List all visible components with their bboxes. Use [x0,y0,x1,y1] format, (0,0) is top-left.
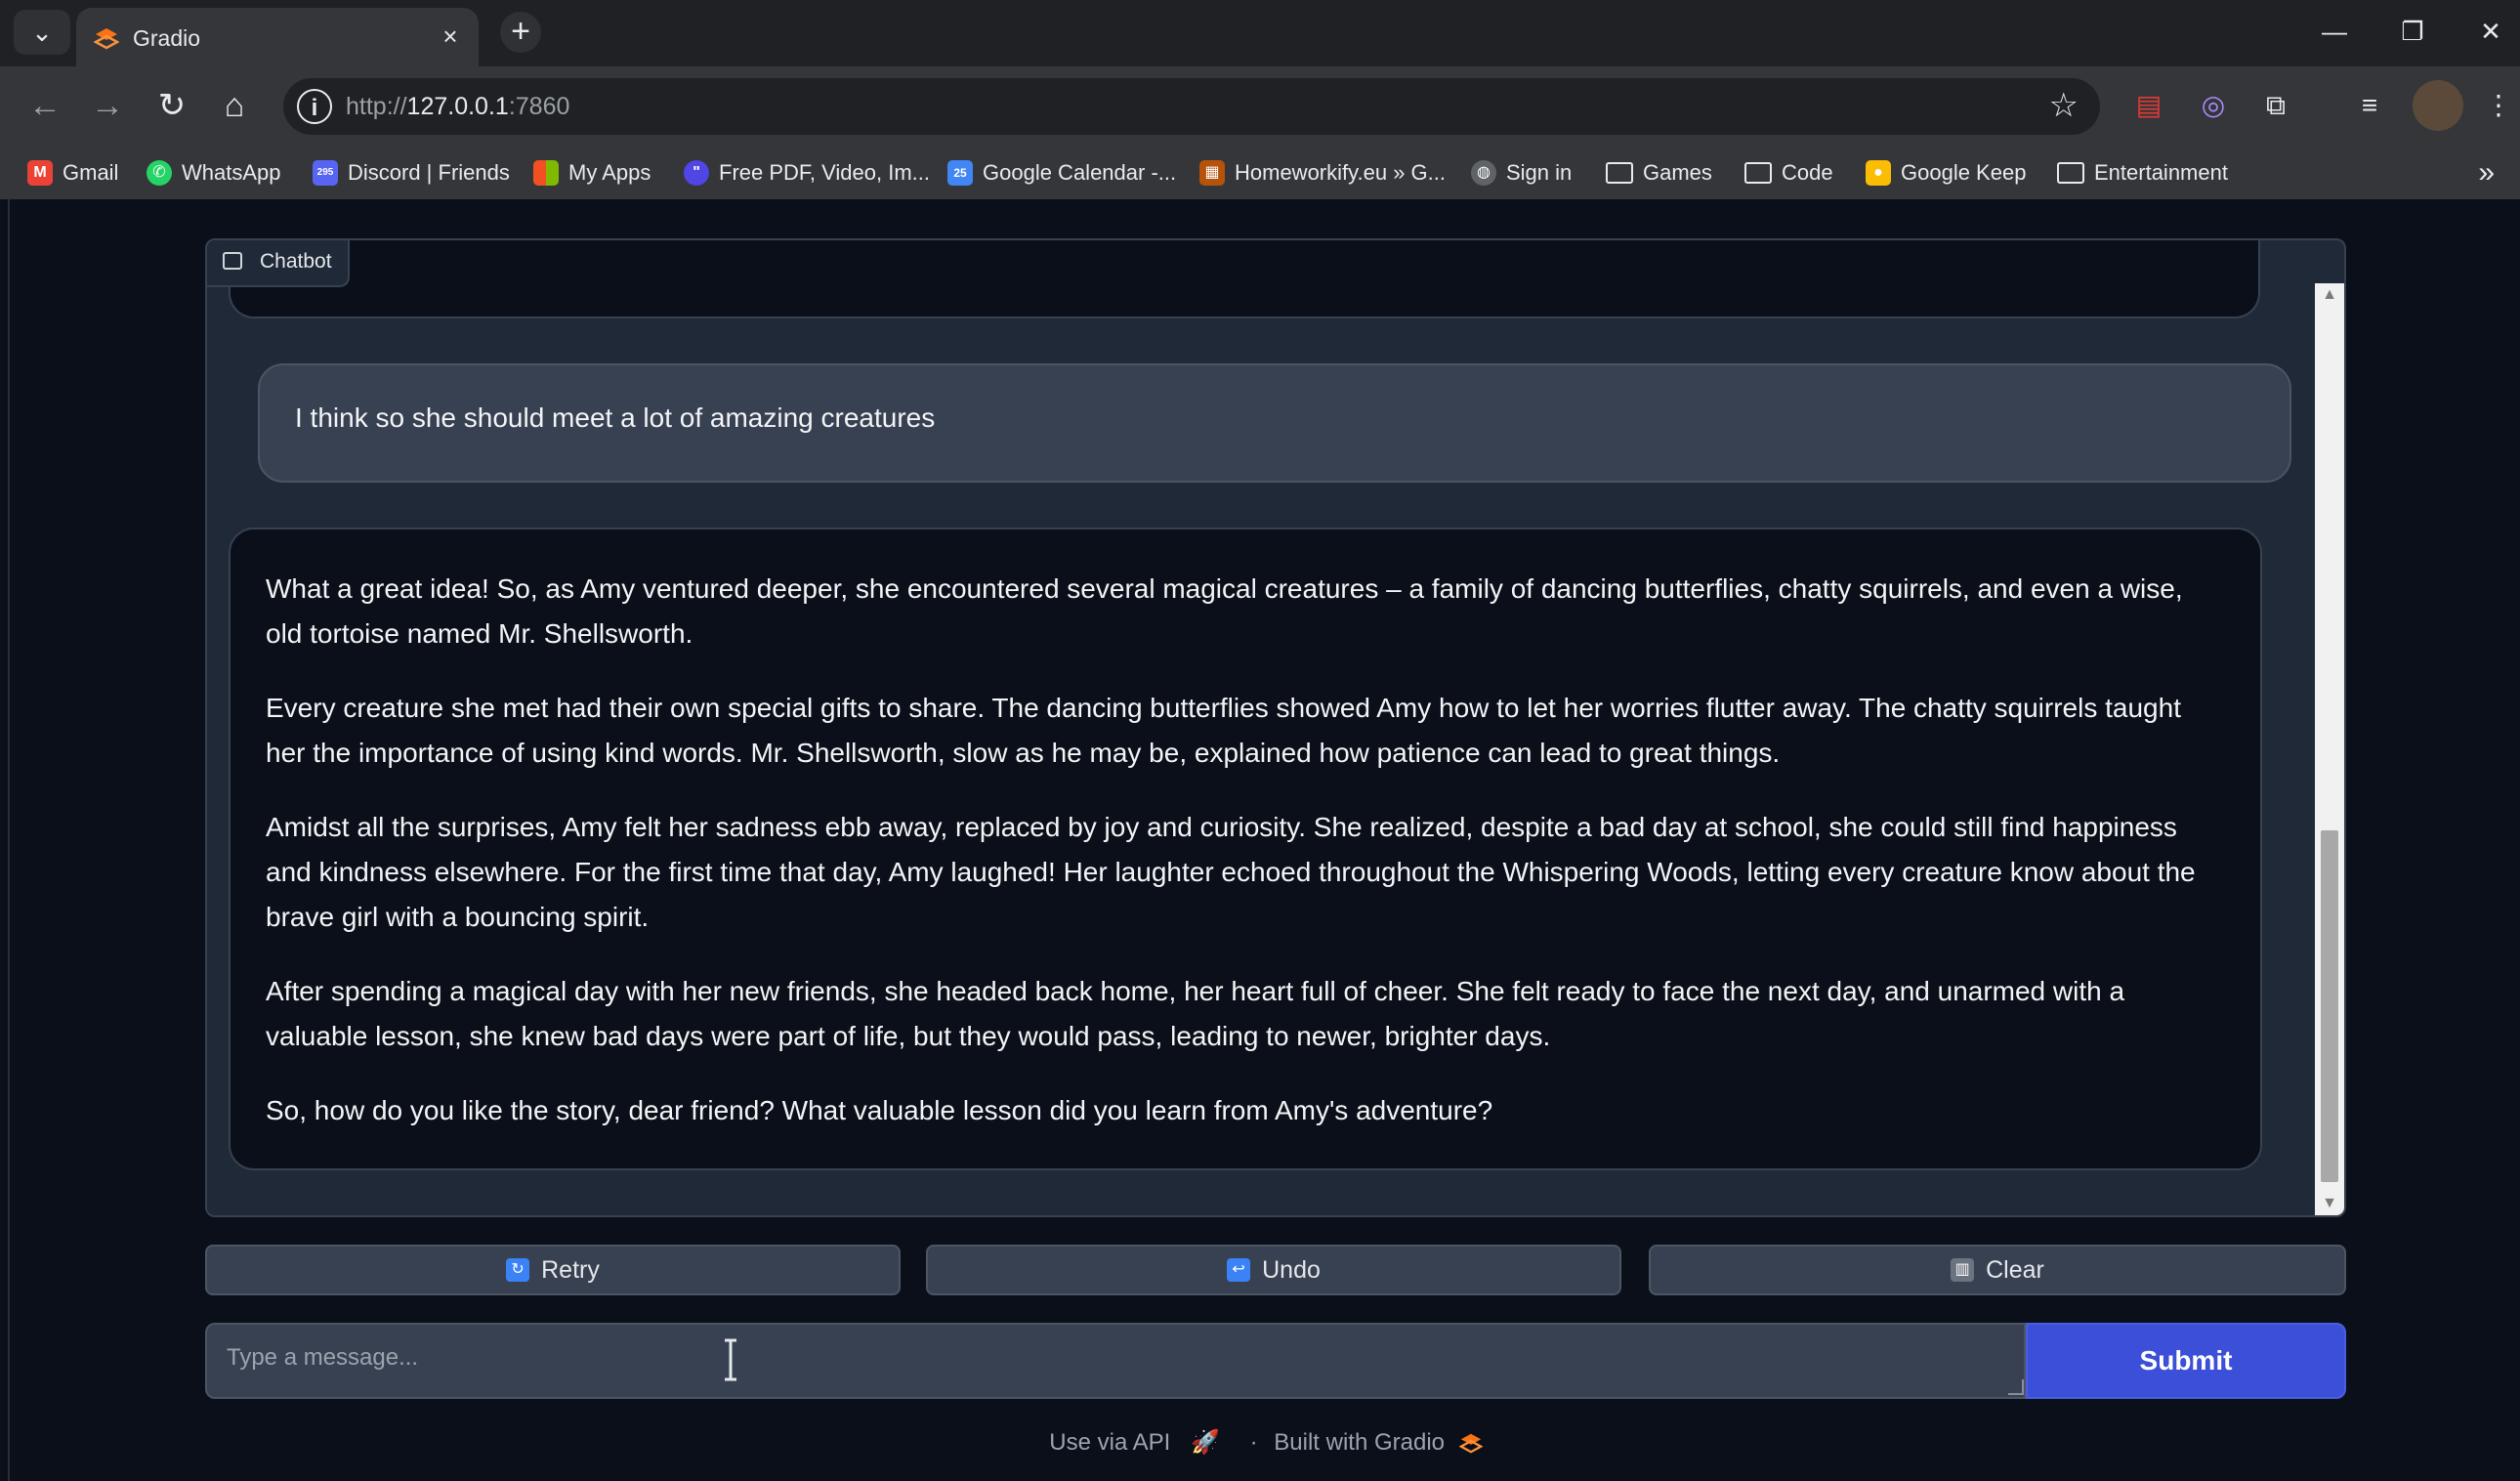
folder-icon [1606,162,1633,184]
bot-paragraph: Every creature she met had their own spe… [266,693,2181,768]
bookmark-free-pdf[interactable]: " Free PDF, Video, Im... [684,158,930,188]
puzzle-extensions-icon[interactable]: ⧉ [2254,84,2297,127]
discord-icon: 295 [313,160,338,186]
tab-title: Gradio [133,25,201,51]
bot-paragraph: After spending a magical day with her ne… [266,976,2125,1051]
bot-paragraph: So, how do you like the story, dear frie… [266,1095,1493,1125]
chat-bubble-icon [223,252,242,270]
forward-arrow-icon[interactable]: → [84,82,131,129]
bookmark-folder-games[interactable]: Games [1606,158,1712,188]
back-arrow-icon[interactable]: ← [21,82,68,129]
scroll-up-arrow-icon[interactable]: ▲ [2315,283,2344,307]
bookmark-folder-entertainment[interactable]: Entertainment [2057,158,2228,188]
undo-icon: ↩ [1227,1258,1251,1282]
bookmarks-bar: M Gmail ✆ WhatsApp 295 Discord | Friends My… [0,147,2520,199]
gradio-logo-icon [1458,1433,1484,1454]
footer: Use via API 🚀 · Built with Gradio [10,1428,2520,1457]
user-message: I think so she should meet a lot of amaz… [258,363,2291,483]
address-bar[interactable]: i http://127.0.0.1:7860 ☆ [283,78,2100,135]
footer-separator: · [1249,1428,1258,1456]
tab-search-button[interactable]: ⌄ [14,10,70,55]
browser-tab-bar: ⌄ Gradio × + — ❐ ✕ [0,0,2520,66]
gradio-logo-icon [94,28,119,50]
whatsapp-icon: ✆ [147,160,172,186]
retry-icon: ↻ [506,1258,530,1282]
new-tab-button[interactable]: + [500,12,541,53]
restore-icon[interactable]: ❐ [2383,12,2442,51]
built-with-gradio-link[interactable]: Built with Gradio [1274,1429,1445,1457]
message-input-row: Submit [205,1323,2346,1399]
folder-icon [1744,162,1772,184]
url-text: http://127.0.0.1:7860 [346,93,570,120]
scrollbar-thumb[interactable] [2321,830,2338,1182]
minimize-icon[interactable]: — [2305,12,2364,51]
folder-icon [2057,162,2084,184]
window-close-icon[interactable]: ✕ [2461,12,2520,51]
close-icon[interactable]: × [436,21,465,51]
browser-toolbar: ← → ↻ ⌂ i http://127.0.0.1:7860 ☆ ▤ ◎ ⧉ … [0,66,2520,147]
bookmark-google-calendar[interactable]: 25 Google Calendar -... [947,158,1176,188]
bookmark-discord[interactable]: 295 Discord | Friends [313,158,510,188]
books-icon: ▦ [1199,160,1225,186]
submit-button[interactable]: Submit [2026,1323,2346,1399]
bookmark-sign-in[interactable]: ◍ Sign in [1471,158,1572,188]
kebab-menu-icon[interactable]: ⋮ [2477,84,2520,127]
undo-button[interactable]: ↩ Undo [926,1245,1621,1295]
bot-paragraph: What a great idea! So, as Amy ventured d… [266,573,2183,649]
keep-icon: ● [1866,160,1891,186]
chat-scroll-area[interactable]: I think so she should meet a lot of amaz… [207,240,2317,1215]
page-viewport: Chatbot I think so she should meet a lot… [8,199,2520,1481]
scroll-down-arrow-icon[interactable]: ▼ [2315,1192,2344,1215]
use-via-api-link[interactable]: Use via API [1049,1429,1170,1457]
avatar[interactable] [2413,80,2463,131]
site-info-icon[interactable]: i [297,89,332,124]
calendar-icon: 25 [947,160,973,186]
bookmark-homeworkify[interactable]: ▦ Homeworkify.eu » G... [1199,158,1446,188]
bookmark-gmail[interactable]: M Gmail [27,158,118,188]
previous-bot-message [229,240,2260,318]
microsoft-icon [533,160,559,186]
reload-icon[interactable]: ↻ [148,82,195,129]
retry-button[interactable]: ↻ Retry [205,1245,901,1295]
bookmark-star-icon[interactable]: ☆ [2049,86,2079,125]
media-control-icon[interactable]: ≡ [2348,84,2391,127]
bot-paragraph: Amidst all the surprises, Amy felt her s… [266,812,2196,932]
trash-icon: ▥ [1951,1258,1975,1282]
home-icon[interactable]: ⌂ [211,82,258,129]
rocket-icon: 🚀 [1191,1429,1220,1457]
resize-handle-icon[interactable] [2008,1379,2024,1395]
bookmark-google-keep[interactable]: ● Google Keep [1866,158,2026,188]
chevron-down-icon: ⌄ [31,17,53,47]
todoist-extension-icon[interactable]: ▤ [2127,84,2170,127]
text-cursor-icon [725,1338,736,1381]
message-input[interactable] [205,1323,2026,1399]
toolbox-icon: " [684,160,709,186]
globe-icon: ◍ [1471,160,1496,186]
extension-icon[interactable]: ◎ [2192,84,2235,127]
double-chevron-right-icon[interactable]: » [2478,156,2495,190]
browser-tab[interactable]: Gradio × [76,8,479,66]
bookmark-my-apps[interactable]: My Apps [533,158,651,188]
bookmark-whatsapp[interactable]: ✆ WhatsApp [147,158,281,188]
chat-scrollbar[interactable]: ▲ ▼ [2315,283,2344,1215]
gmail-icon: M [27,160,53,186]
bot-message: What a great idea! So, as Amy ventured d… [229,528,2262,1170]
chatbot-label: Chatbot [207,240,350,287]
clear-button[interactable]: ▥ Clear [1649,1245,2346,1295]
bookmark-folder-code[interactable]: Code [1744,158,1833,188]
chatbot-panel: Chatbot I think so she should meet a lot… [205,238,2346,1217]
